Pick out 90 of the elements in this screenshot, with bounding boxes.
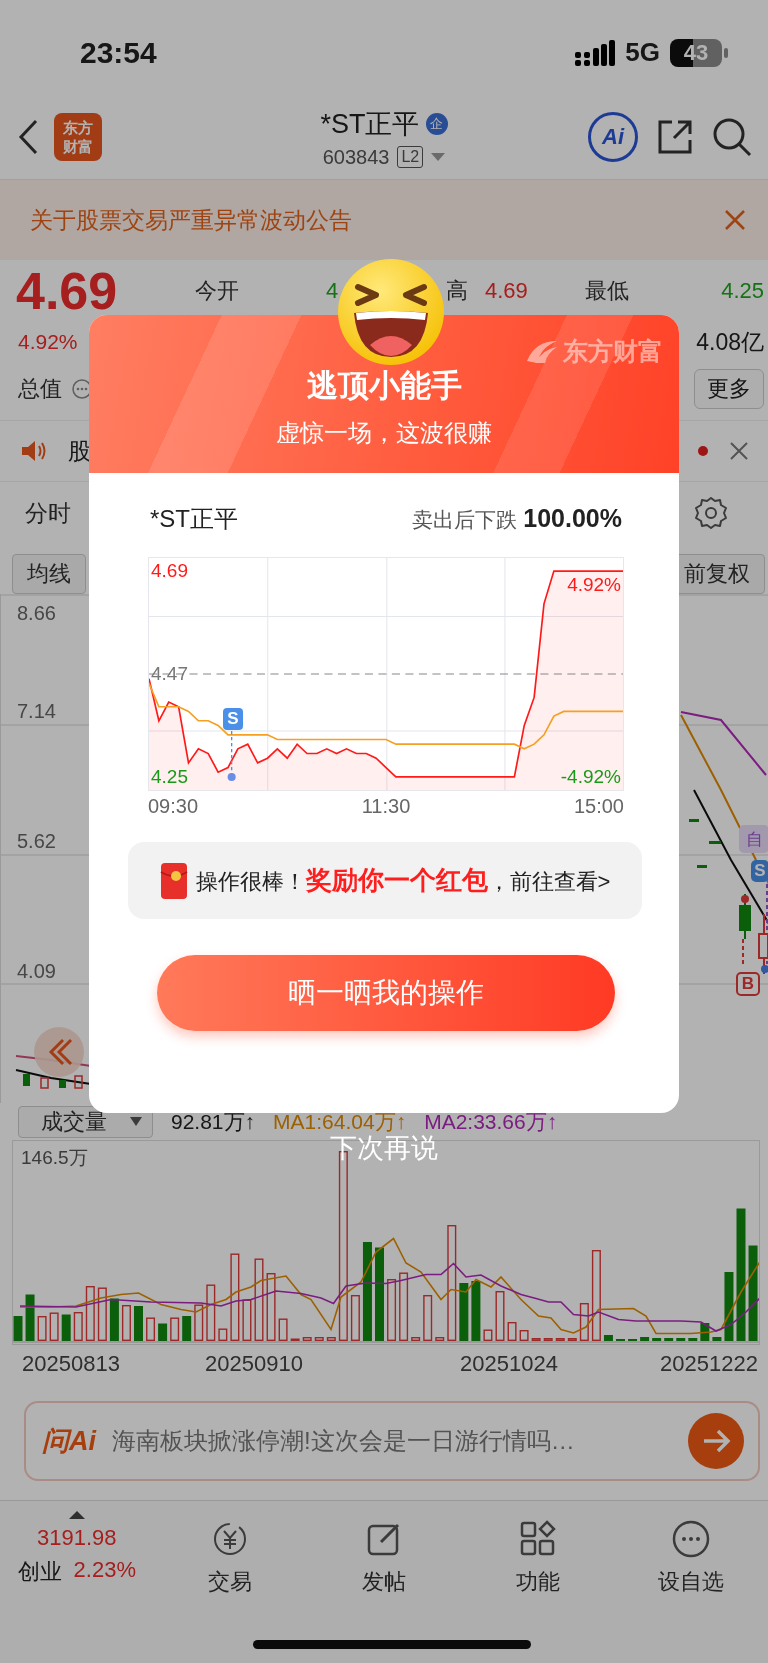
caret-icon[interactable] xyxy=(431,153,446,161)
settings-icon[interactable] xyxy=(694,496,728,530)
swoosh-logo-icon xyxy=(525,338,559,365)
candle xyxy=(739,893,751,940)
dialog-title: 逃顶小能手 xyxy=(306,367,462,405)
news-ticker-text: 股 xyxy=(68,436,91,466)
index-change: 2.23% xyxy=(73,1557,136,1584)
price-value: 4.69 xyxy=(16,261,119,321)
ask-ai-bar[interactable]: 问Ai 海南板块掀涨停潮!这次会是一日游行情吗… xyxy=(24,1401,760,1481)
percent-label: -4.92% xyxy=(560,766,621,788)
arrow-button[interactable] xyxy=(688,1413,744,1469)
collapse-icon[interactable] xyxy=(34,1027,84,1077)
search-icon[interactable] xyxy=(712,117,752,157)
stat-label: 今开 xyxy=(195,277,240,305)
axis-label: 4.47 xyxy=(151,663,188,685)
reward-banner[interactable]: 操作很棒！奖励你一个红包，前往查看> xyxy=(128,842,642,919)
turnover-value: 4.08亿 xyxy=(696,327,764,357)
axis-label: 7.14 xyxy=(17,700,56,723)
indicator-value: MA1:64.04万↑ xyxy=(273,1108,407,1135)
candle xyxy=(758,913,768,975)
trade-dot xyxy=(741,895,749,903)
axis-label: 8.66 xyxy=(17,602,56,625)
ai-button[interactable]: Ai xyxy=(588,112,638,162)
trade-dot xyxy=(227,773,236,781)
dialog-subtitle: 虚惊一场，这波很赚 xyxy=(276,418,492,448)
indicator-value: MA2:33.66万↑ xyxy=(424,1108,558,1135)
moving-average-button[interactable]: 均线 xyxy=(12,554,86,594)
more-icon xyxy=(671,1519,712,1559)
chart-marker: 自 xyxy=(739,825,768,853)
market-value-label: 总值 xyxy=(18,375,62,403)
unread-dot xyxy=(698,446,708,456)
time-label: 15:00 xyxy=(573,795,624,818)
date-label: 20250813 xyxy=(22,1351,120,1377)
date-label: 20251024 xyxy=(460,1351,558,1377)
stat-value: 4.69 xyxy=(485,278,529,304)
axis-label: 4.09 xyxy=(17,960,56,983)
indicator-dropdown[interactable]: 成交量 xyxy=(18,1105,153,1138)
date-label: 20251222 xyxy=(660,1351,758,1377)
close-icon[interactable] xyxy=(730,442,748,460)
watermark-logo: 东方财富 xyxy=(563,336,663,367)
more-button[interactable]: 更多 xyxy=(694,369,764,409)
envelope-icon xyxy=(159,861,188,900)
status-time: 23:54 xyxy=(80,35,157,70)
reward-text: 操作很棒！奖励你一个红包，前往查看> xyxy=(195,864,611,897)
enterprise-badge: 企 xyxy=(425,112,448,135)
stock-code: 603843 xyxy=(322,145,390,169)
axis-label: 5.62 xyxy=(17,830,56,853)
network-label: 5G xyxy=(625,37,660,68)
nav-item[interactable]: 发帖 xyxy=(307,1511,461,1597)
back-icon[interactable] xyxy=(18,119,38,155)
stat-label: 高 xyxy=(446,277,469,305)
ask-ai-logo: 问Ai xyxy=(42,1425,96,1458)
app-logo: 东方财富 xyxy=(54,113,102,161)
stock-title: *ST正平 xyxy=(320,107,420,141)
stat-label: 最低 xyxy=(585,277,630,305)
marker-leader-line xyxy=(742,938,744,967)
signal-icon xyxy=(575,39,616,66)
time-label: 11:30 xyxy=(361,795,411,818)
candle xyxy=(697,865,707,868)
share-icon[interactable] xyxy=(656,118,694,156)
chart-marker: B xyxy=(736,972,760,996)
stat-value: 4.25 xyxy=(721,278,765,304)
candle xyxy=(689,819,699,822)
nav-item[interactable]: 功能 xyxy=(460,1511,615,1597)
stock-name: *ST正平 xyxy=(150,504,238,534)
index-name: 创业 xyxy=(17,1558,62,1586)
close-icon[interactable] xyxy=(724,209,746,231)
sell-marker: S xyxy=(223,708,243,730)
time-label: 09:30 xyxy=(148,795,199,818)
axis-label: 4.25 xyxy=(151,765,188,788)
nav-item[interactable]: 交易 xyxy=(153,1511,308,1597)
chart-tab[interactable]: 分时 xyxy=(25,497,71,529)
candle-group xyxy=(23,1074,83,1089)
level-tag: L2 xyxy=(397,146,424,168)
index-value: 3191.98 xyxy=(37,1525,117,1551)
change-percent: 4.92% xyxy=(18,330,78,354)
axis-label: 146.5万 xyxy=(21,1146,88,1170)
candle xyxy=(709,841,721,844)
nav-item[interactable]: 设自选 xyxy=(614,1511,768,1597)
expand-arrow-icon[interactable] xyxy=(68,1511,85,1519)
drop-after-sell-text: 卖出后下跌 100.00% xyxy=(412,504,622,534)
speaker-icon xyxy=(20,439,48,463)
chart-marker: S xyxy=(751,860,768,882)
axis-label: 4.69 xyxy=(151,560,188,583)
stat-value: 4 xyxy=(326,278,340,304)
percent-label: 4.92% xyxy=(567,574,621,596)
ask-ai-prompt: 海南板块掀涨停潮!这次会是一日游行情吗… xyxy=(112,1426,576,1456)
indicator-value: 92.81万↑ xyxy=(171,1108,256,1135)
caret-icon xyxy=(130,1117,142,1126)
date-label: 20250910 xyxy=(205,1351,303,1377)
